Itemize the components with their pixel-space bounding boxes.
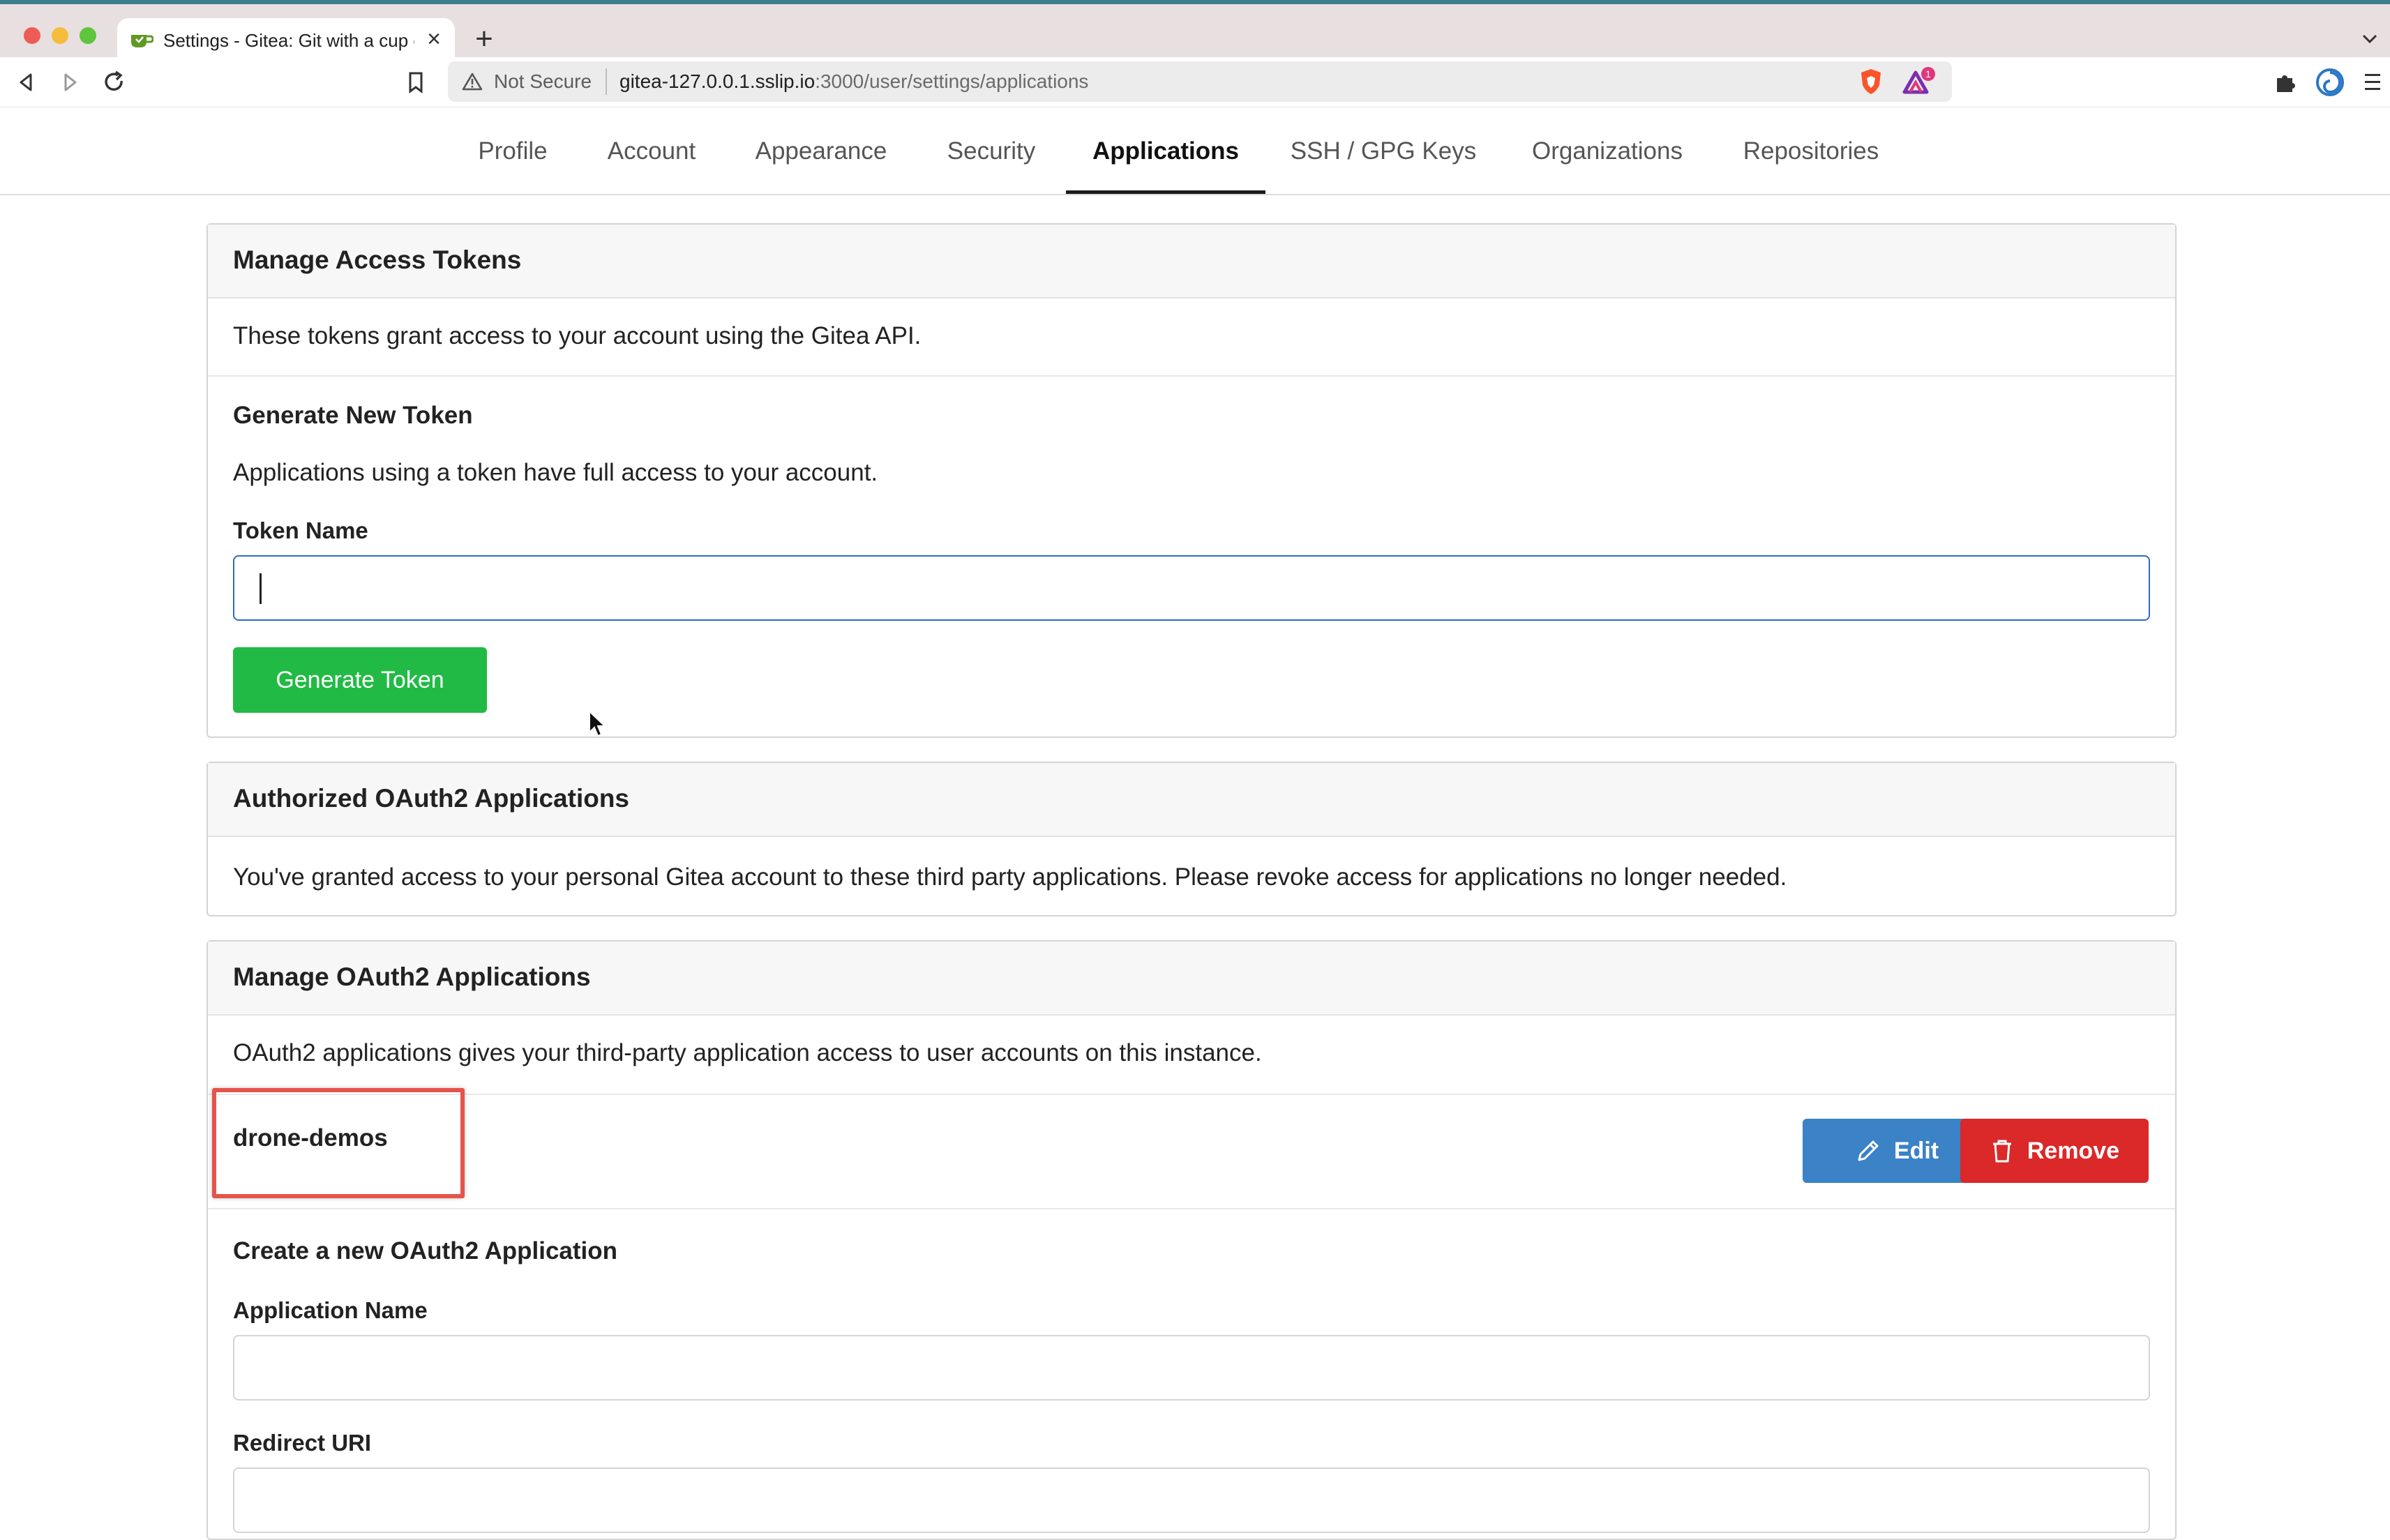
browser-menu-icon[interactable] [2362, 68, 2383, 96]
profile-swirl-icon[interactable] [2315, 67, 2345, 98]
manage-oauth-segment: Manage OAuth2 Applications OAuth2 applic… [206, 940, 2177, 1540]
bookmark-icon[interactable] [400, 67, 431, 98]
tab-title: Settings - Gitea: Git with a cup of tea [163, 30, 414, 51]
brave-shields-icon[interactable] [1857, 67, 1885, 96]
forward-icon[interactable] [54, 67, 85, 98]
browser-toolbar: Not Secure gitea-127.0.0.1.sslip.io:3000… [0, 57, 2390, 107]
redirect-uri-input[interactable] [233, 1467, 2150, 1533]
generate-token-description: Applications using a token have full acc… [233, 459, 878, 486]
annotation-highlight-box [212, 1088, 465, 1198]
manage-oauth-header: Manage OAuth2 Applications [208, 942, 2175, 1016]
tab-security[interactable]: Security [933, 134, 1049, 194]
browser-tab-strip: Settings - Gitea: Git with a cup of tea … [0, 0, 2390, 61]
access-tokens-header: Manage Access Tokens [208, 225, 2175, 299]
edit-app-label: Edit [1893, 1137, 1939, 1164]
token-name-label: Token Name [233, 518, 368, 543]
window-close-button[interactable] [24, 27, 40, 44]
redirect-uri-label: Redirect URI [233, 1430, 372, 1456]
pencil-icon [1858, 1140, 1879, 1161]
back-icon[interactable] [11, 67, 42, 98]
extensions-puzzle-icon[interactable] [2271, 68, 2299, 96]
app-name-input[interactable] [233, 1335, 2150, 1401]
access-tokens-segment: Manage Access Tokens These tokens grant … [206, 223, 2177, 738]
authorized-oauth-segment: Authorized OAuth2 Applications You've gr… [206, 762, 2177, 916]
tab-account[interactable]: Account [594, 134, 709, 194]
create-oauth-title: Create a new OAuth2 Application [233, 1237, 618, 1265]
manage-oauth-title: Manage OAuth2 Applications [233, 962, 591, 991]
window-maximize-button[interactable] [80, 27, 96, 44]
not-secure-label[interactable]: Not Secure [494, 68, 592, 95]
mouse-cursor-icon [589, 710, 607, 737]
tab-appearance[interactable]: Appearance [742, 134, 900, 194]
browser-tab[interactable]: Settings - Gitea: Git with a cup of tea … [117, 18, 455, 61]
url-text[interactable]: gitea-127.0.0.1.sslip.io:3000/user/setti… [619, 68, 1088, 95]
settings-menu: Profile Account Appearance Security Appl… [0, 109, 2390, 195]
remove-app-button[interactable]: Remove [1960, 1119, 2149, 1183]
tab-search-chevron-icon[interactable] [2358, 27, 2382, 50]
window-minimize-button[interactable] [52, 27, 68, 44]
access-tokens-desc-row: These tokens grant access to your accoun… [208, 299, 2175, 377]
authorized-oauth-title: Authorized OAuth2 Applications [233, 784, 630, 813]
generate-token-title: Generate New Token [233, 402, 473, 429]
tab-repositories[interactable]: Repositories [1730, 134, 1892, 194]
access-tokens-description: These tokens grant access to your accoun… [233, 322, 922, 349]
generate-token-button[interactable]: Generate Token [233, 647, 487, 713]
address-bar[interactable]: Not Secure gitea-127.0.0.1.sslip.io:3000… [448, 61, 1952, 102]
omnibox-separator [606, 68, 607, 95]
trash-icon [1992, 1140, 2011, 1163]
manage-oauth-desc-row: OAuth2 applications gives your third-par… [208, 1016, 2175, 1095]
new-tab-button[interactable]: + [469, 24, 499, 56]
brave-rewards-icon[interactable]: 1 [1900, 66, 1937, 98]
authorized-oauth-header: Authorized OAuth2 Applications [208, 763, 2175, 837]
manage-oauth-description: OAuth2 applications gives your third-par… [233, 1039, 1262, 1066]
warning-icon [462, 73, 483, 91]
gitea-favicon-icon [131, 35, 153, 47]
token-name-input[interactable] [233, 555, 2150, 621]
reload-icon[interactable] [99, 67, 130, 98]
app-name-label: Application Name [233, 1297, 428, 1323]
url-path: :3000/user/settings/applications [815, 70, 1089, 92]
tab-close-icon[interactable]: × [421, 27, 446, 52]
tab-applications[interactable]: Applications [1066, 134, 1265, 194]
url-host: gitea-127.0.0.1.sslip.io [619, 70, 816, 92]
tab-profile[interactable]: Profile [466, 134, 559, 194]
oauth-app-row: drone-demos Edit Remove [208, 1095, 2175, 1209]
tab-organizations[interactable]: Organizations [1518, 134, 1697, 194]
remove-app-label: Remove [2027, 1137, 2120, 1164]
rewards-badge: 1 [1925, 68, 1931, 80]
access-tokens-title: Manage Access Tokens [233, 246, 522, 274]
authorized-oauth-description: You've granted access to your personal G… [233, 863, 1787, 891]
tab-ssh-gpg-keys[interactable]: SSH / GPG Keys [1282, 134, 1485, 194]
text-caret [260, 573, 262, 604]
